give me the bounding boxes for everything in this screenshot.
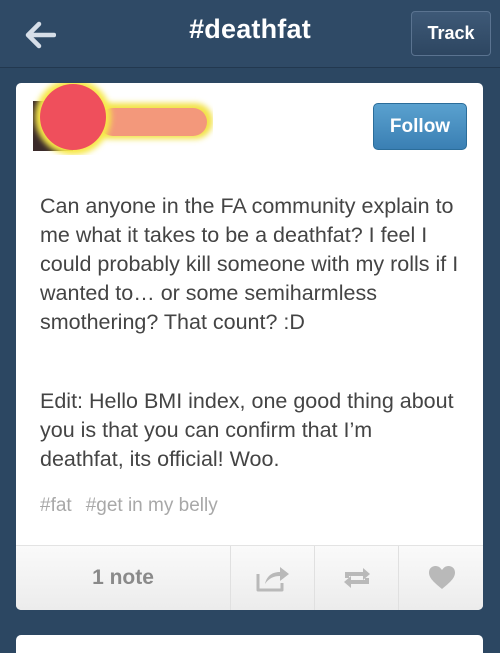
reblog-button[interactable] (316, 546, 399, 610)
heart-icon (428, 566, 455, 589)
reblog-icon (344, 568, 370, 588)
follow-button[interactable]: Follow (373, 103, 467, 150)
top-bar: #deathfat Track (0, 0, 500, 68)
redacted-avatar-blur (33, 83, 213, 155)
tag-link[interactable]: #get in my belly (86, 495, 218, 517)
post-footer: 1 note (16, 545, 483, 610)
share-button[interactable] (232, 546, 315, 610)
tag-list: #fat #get in my belly (40, 495, 218, 517)
like-button[interactable] (400, 546, 483, 610)
post-card: Follow Can anyone in the FA community ex… (16, 83, 483, 610)
track-button[interactable]: Track (411, 11, 491, 56)
next-post-card (16, 635, 483, 653)
post-paragraph: Can anyone in the FA community explain t… (40, 194, 459, 334)
notes-count[interactable]: 1 note (16, 546, 231, 610)
share-icon (256, 567, 289, 592)
post-paragraph-edit: Edit: Hello BMI index, one good thing ab… (40, 389, 454, 471)
tag-link[interactable]: #fat (40, 495, 72, 517)
